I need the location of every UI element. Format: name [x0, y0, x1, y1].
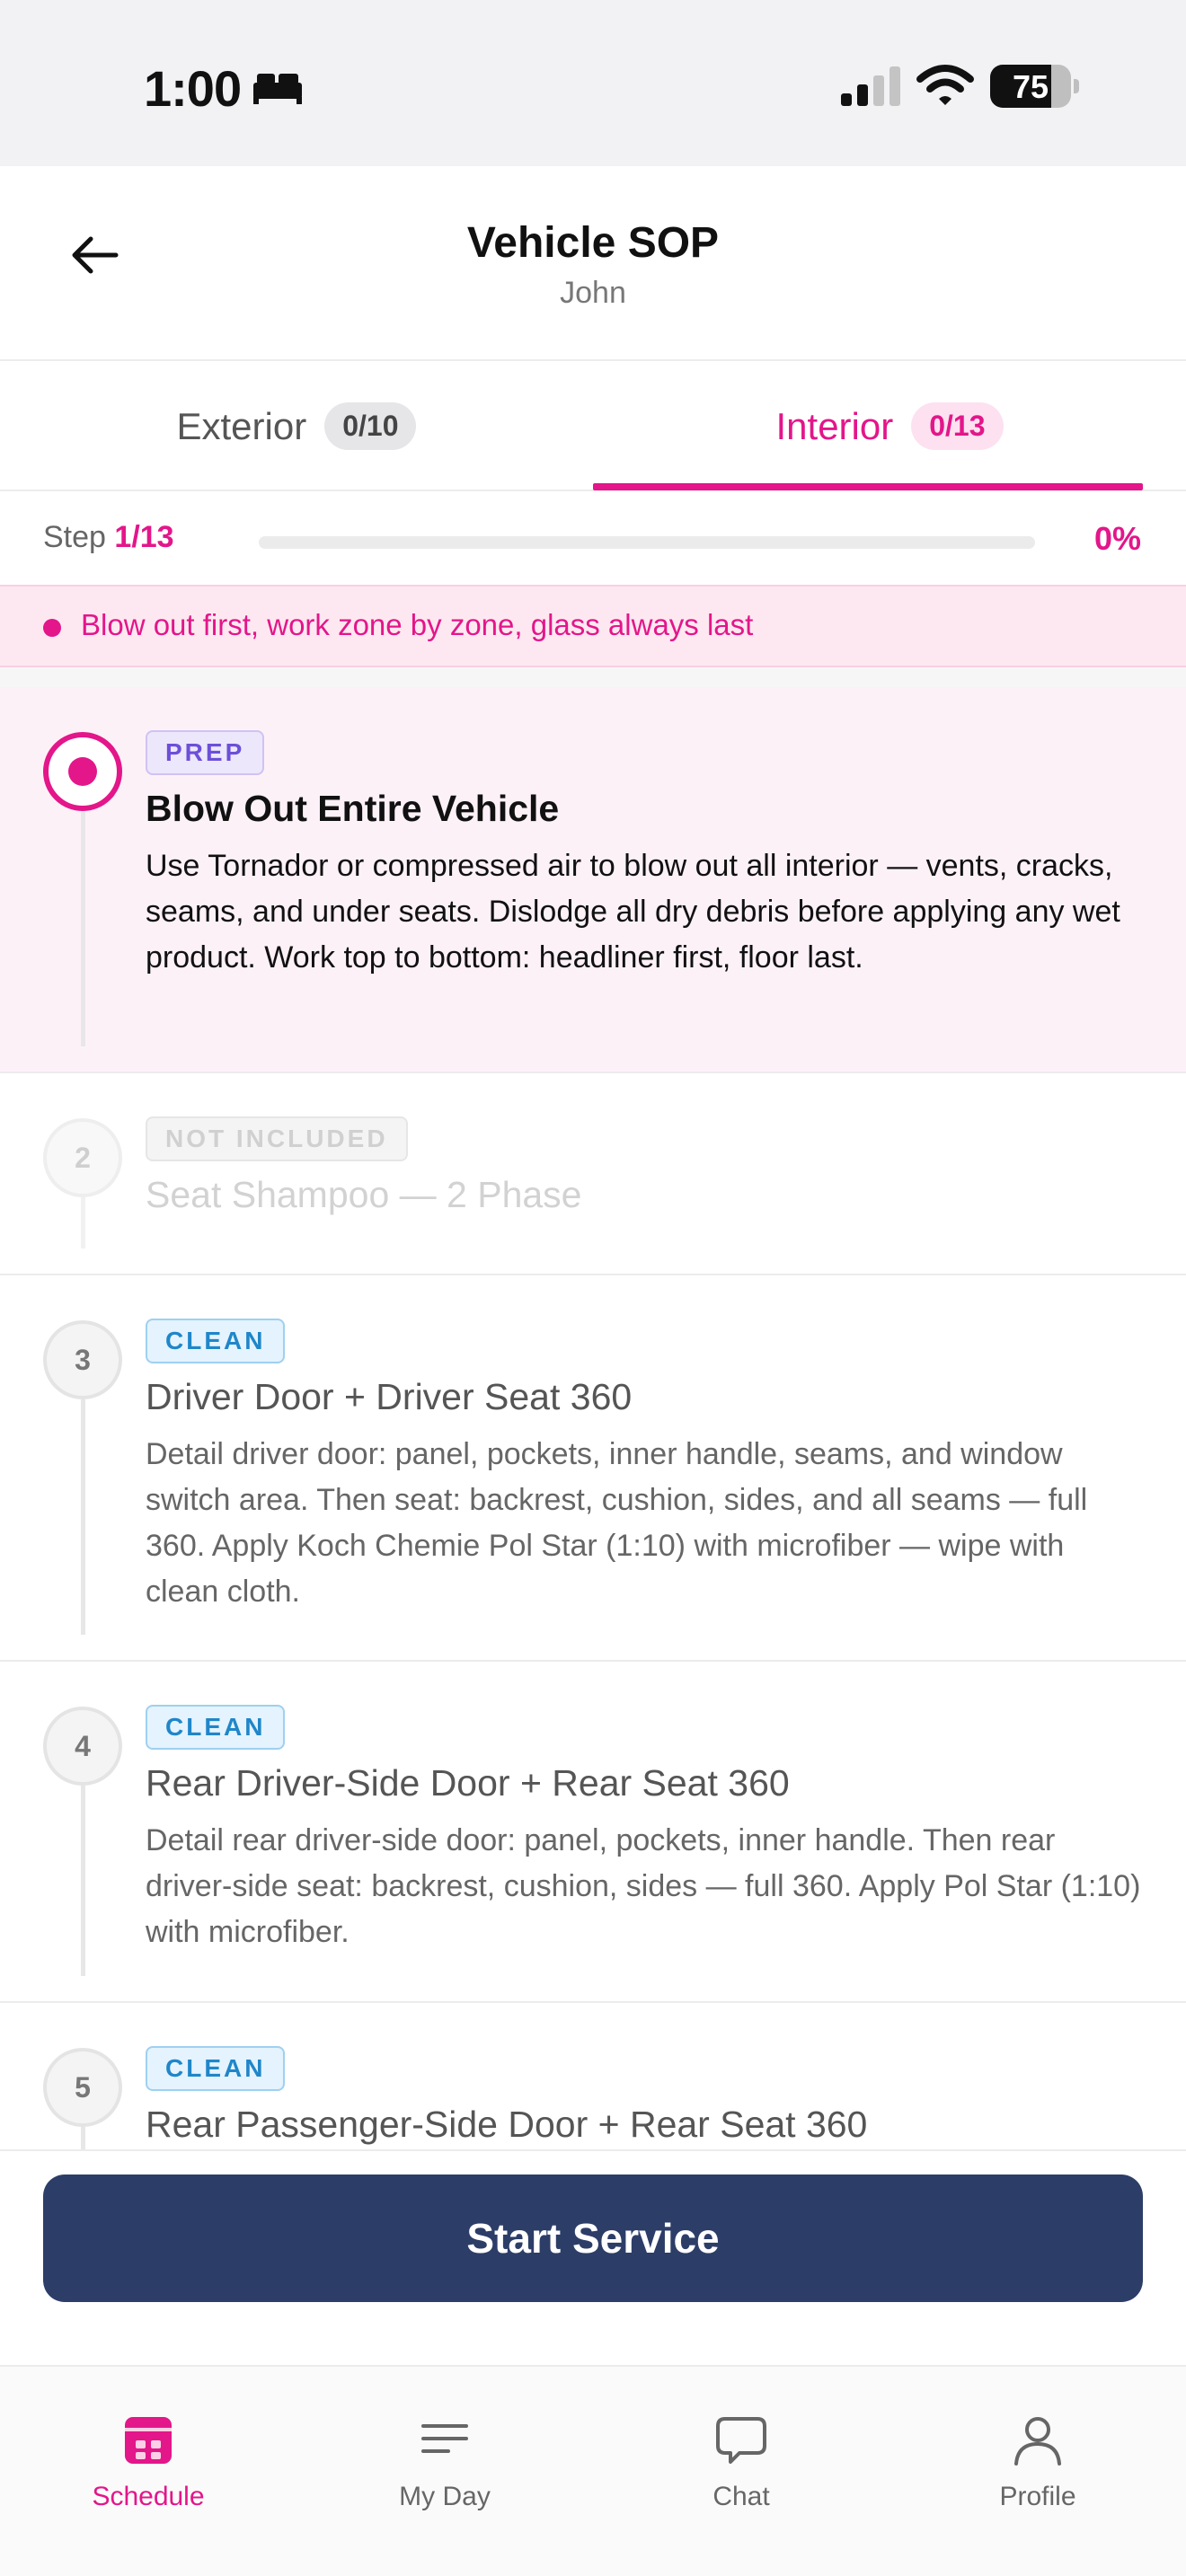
step-counter: Step 1/13 [43, 520, 174, 555]
step-item-1[interactable]: PREP Blow Out Entire Vehicle Use Tornado… [0, 687, 1186, 1073]
step-connector [81, 811, 85, 1046]
list-icon [421, 2424, 468, 2453]
bottom-tab-bar: Schedule My Day Chat Profile [0, 2365, 1186, 2576]
tabbar-label: Profile [999, 2482, 1076, 2511]
step-tag-clean: CLEAN [146, 2046, 286, 2091]
sleep-focus-bed-icon [253, 74, 302, 104]
step-description: Detail driver door: panel, pockets, inne… [146, 1437, 1088, 1609]
page-title: Vehicle SOP [466, 219, 720, 267]
tip-text: Blow out first, work zone by zone, glass… [81, 608, 754, 641]
step-description: Use Tornador or compressed air to blow o… [146, 849, 1120, 975]
status-time: 1:00 [144, 60, 242, 117]
step-tag-clean: CLEAN [146, 1705, 286, 1750]
start-service-button[interactable]: Start Service [43, 2175, 1143, 2302]
step-progress: Step 1/13 0% [0, 493, 1186, 585]
tip-bullet-icon [43, 619, 61, 637]
step-title: Seat Shampoo — 2 Phase [146, 1174, 582, 1215]
footer-actions: Start Service [0, 2149, 1186, 2365]
page-subtitle: John [560, 276, 626, 310]
step-tag-clean: CLEAN [146, 1319, 286, 1363]
step-connector [81, 2127, 85, 2149]
tab-exterior-label: Exterior [176, 404, 307, 447]
calendar-icon [125, 2417, 172, 2464]
active-tab-indicator [593, 483, 1143, 490]
tab-interior-count: 0/13 [911, 402, 1004, 450]
step-tag-prep: PREP [146, 730, 265, 775]
status-bar: 1:00 75 [0, 0, 1186, 166]
step-value: 1/13 [114, 520, 174, 554]
section-divider [0, 667, 1186, 687]
tabbar-label: Chat [712, 2482, 770, 2511]
step-number-marker: 5 [43, 2048, 122, 2127]
step-list: PREP Blow Out Entire Vehicle Use Tornado… [0, 687, 1186, 2149]
step-tag-not-included: NOT INCLUDED [146, 1116, 408, 1161]
chat-bubble-icon [716, 2417, 766, 2464]
progress-bar [259, 536, 1035, 549]
step-connector [81, 1399, 85, 1635]
step-number-marker: 3 [43, 1320, 122, 1399]
wifi-icon [916, 65, 974, 105]
tabbar-item-schedule[interactable]: Schedule [0, 2412, 296, 2512]
cellular-signal-icon [841, 66, 900, 106]
section-tabs: Exterior 0/10 Interior 0/13 [0, 361, 1186, 491]
step-title: Rear Driver-Side Door + Rear Seat 360 [146, 1762, 790, 1804]
tabbar-label: My Day [399, 2482, 491, 2511]
step-item-5[interactable]: 5 CLEAN Rear Passenger-Side Door + Rear … [0, 2003, 1186, 2149]
tab-interior[interactable]: Interior 0/13 [593, 361, 1186, 491]
tab-exterior[interactable]: Exterior 0/10 [0, 361, 593, 491]
tabbar-item-profile[interactable]: Profile [890, 2412, 1186, 2512]
step-connector [81, 1197, 85, 1248]
step-connector [81, 1786, 85, 1976]
tab-interior-label: Interior [775, 404, 894, 447]
tabbar-item-my-day[interactable]: My Day [296, 2412, 593, 2512]
step-number-marker: 4 [43, 1707, 122, 1786]
step-item-4[interactable]: 4 CLEAN Rear Driver-Side Door + Rear Sea… [0, 1662, 1186, 2003]
header: Vehicle SOP John [0, 166, 1186, 361]
tabbar-label: Schedule [92, 2482, 205, 2511]
tab-exterior-count: 0/10 [324, 402, 417, 450]
tabbar-item-chat[interactable]: Chat [593, 2412, 890, 2512]
step-label: Step [43, 520, 106, 554]
battery-level-text: 75 [1012, 68, 1049, 105]
tip-banner: Blow out first, work zone by zone, glass… [0, 585, 1186, 667]
step-number-marker: 2 [43, 1118, 122, 1197]
step-item-2: 2 NOT INCLUDED Seat Shampoo — 2 Phase [0, 1073, 1186, 1275]
person-icon [1014, 2417, 1061, 2466]
step-title: Driver Door + Driver Seat 360 [146, 1376, 633, 1417]
step-title: Rear Passenger-Side Door + Rear Seat 360 [146, 2104, 868, 2145]
step-description: Detail rear driver-side door: panel, poc… [146, 1823, 1141, 1949]
step-item-3[interactable]: 3 CLEAN Driver Door + Driver Seat 360 De… [0, 1275, 1186, 1662]
progress-percent: 0% [1093, 520, 1141, 557]
battery-icon: 75 [990, 65, 1080, 108]
step-title: Blow Out Entire Vehicle [146, 788, 560, 829]
step-current-marker [43, 732, 122, 811]
